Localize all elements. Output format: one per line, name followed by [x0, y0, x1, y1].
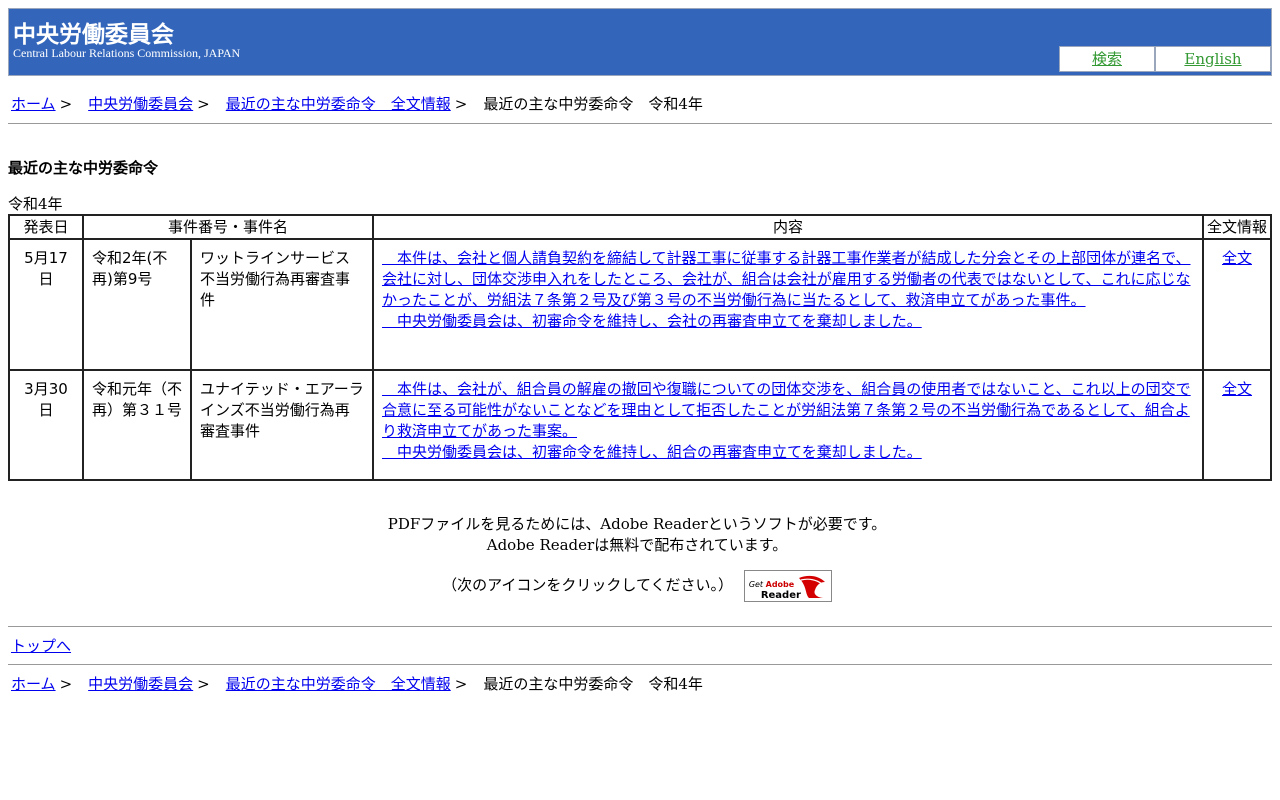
- pdf-note-row: （次のアイコンをクリックしてください。） Get Adobe Reader: [0, 570, 1274, 602]
- row-content: 本件は、会社と個人請負契約を締結して計器工事に従事する計器工事作業者が結成した分…: [372, 238, 1204, 371]
- row-case-name: ワットラインサービス不当労働行為再審査事件: [190, 238, 374, 371]
- footer-breadcrumb: ホーム > 中央労働委員会 > 最近の主な中労委命令 全文情報 > 最近の主な中労委命令 令…: [11, 673, 703, 694]
- row-date: 5月17日: [8, 238, 84, 371]
- breadcrumb-orders-link[interactable]: 最近の主な中労委命令 全文情報: [226, 95, 451, 113]
- breadcrumb-separator: >: [59, 675, 73, 693]
- breadcrumb-current: 最近の主な中労委命令 令和4年: [483, 95, 703, 113]
- get-adobe-reader-button[interactable]: Get Adobe Reader: [743, 570, 832, 602]
- pdf-note-line2: Adobe Readerは無料で配布されています。: [486, 536, 788, 554]
- search-link[interactable]: 検索: [1059, 46, 1155, 72]
- row-fulltext: 全文: [1202, 369, 1272, 481]
- breadcrumb-orders-link[interactable]: 最近の主な中労委命令 全文情報: [226, 675, 451, 693]
- site-title: 中央労働委員会: [13, 22, 174, 48]
- fulltext-link[interactable]: 全文: [1222, 380, 1252, 398]
- pdf-note-line1: PDFファイルを見るためには、Adobe Readerというソフトが必要です。: [387, 515, 887, 533]
- breadcrumb-separator: >: [454, 675, 468, 693]
- divider: [8, 664, 1272, 665]
- row-summary-link[interactable]: 本件は、会社が、組合員の解雇の撤回や復職についての団体交渉を、組合員の使用者では…: [382, 379, 1194, 442]
- row-result-link[interactable]: 中央労働委員会は、初審命令を維持し、組合の再審査申立てを棄却しました。: [382, 442, 1194, 463]
- breadcrumb-commission-link[interactable]: 中央労働委員会: [88, 675, 193, 693]
- row-case-number: 令和2年(不再)第9号: [82, 238, 192, 371]
- header-content: 内容: [372, 214, 1204, 240]
- year-label: 令和4年: [8, 195, 63, 213]
- table-row: 5月17日 令和2年(不再)第9号 ワットラインサービス不当労働行為再審査事件 …: [8, 238, 1272, 371]
- page-heading: 最近の主な中労委命令: [8, 159, 159, 177]
- row-fulltext: 全文: [1202, 238, 1272, 371]
- header-links: 検索 English: [1059, 46, 1271, 76]
- divider: [8, 626, 1272, 627]
- breadcrumb-separator: >: [454, 95, 468, 113]
- fulltext-link[interactable]: 全文: [1222, 249, 1252, 267]
- breadcrumb-home-link[interactable]: ホーム: [11, 675, 56, 693]
- row-case-name: ユナイテッド・エアーラインズ不当労働行為再審査事件: [190, 369, 374, 481]
- breadcrumb-current: 最近の主な中労委命令 令和4年: [483, 675, 703, 693]
- english-link[interactable]: English: [1155, 46, 1271, 72]
- site-header: 中央労働委員会 Central Labour Relations Commiss…: [8, 8, 1272, 76]
- header-case: 事件番号・事件名: [82, 214, 374, 240]
- breadcrumb-commission-link[interactable]: 中央労働委員会: [88, 95, 193, 113]
- header-date: 発表日: [8, 214, 84, 240]
- pdf-note-line3: （次のアイコンをクリックしてください。）: [442, 576, 734, 594]
- row-summary-link[interactable]: 本件は、会社と個人請負契約を締結して計器工事に従事する計器工事作業者が結成した分…: [382, 248, 1194, 311]
- back-to-top-link[interactable]: トップへ: [11, 635, 71, 656]
- breadcrumb-home-link[interactable]: ホーム: [11, 95, 56, 113]
- divider: [8, 123, 1272, 124]
- row-content: 本件は、会社が、組合員の解雇の撤回や復職についての団体交渉を、組合員の使用者では…: [372, 369, 1204, 481]
- row-date: 3月30日: [8, 369, 84, 481]
- breadcrumb: ホーム > 中央労働委員会 > 最近の主な中労委命令 全文情報 > 最近の主な中労委命令 令…: [11, 93, 703, 114]
- breadcrumb-separator: >: [197, 675, 210, 693]
- row-case-number: 令和元年（不再）第３１号: [82, 369, 192, 481]
- header-fulltext: 全文情報: [1202, 214, 1272, 240]
- table-header-row: 発表日 事件番号・事件名 内容 全文情報: [8, 214, 1272, 240]
- adobe-reader-icon: [798, 575, 825, 598]
- site-subtitle: Central Labour Relations Commission, JAP…: [13, 46, 241, 60]
- orders-table: 発表日 事件番号・事件名 内容 全文情報 5月17日 令和2年(不再)第9号 ワ…: [8, 214, 1272, 481]
- breadcrumb-separator: >: [197, 95, 210, 113]
- table-row: 3月30日 令和元年（不再）第３１号 ユナイテッド・エアーラインズ不当労働行為再…: [8, 369, 1272, 481]
- breadcrumb-separator: >: [59, 95, 73, 113]
- row-result-link[interactable]: 中央労働委員会は、初審命令を維持し、会社の再審査申立てを棄却しました。: [382, 311, 1194, 332]
